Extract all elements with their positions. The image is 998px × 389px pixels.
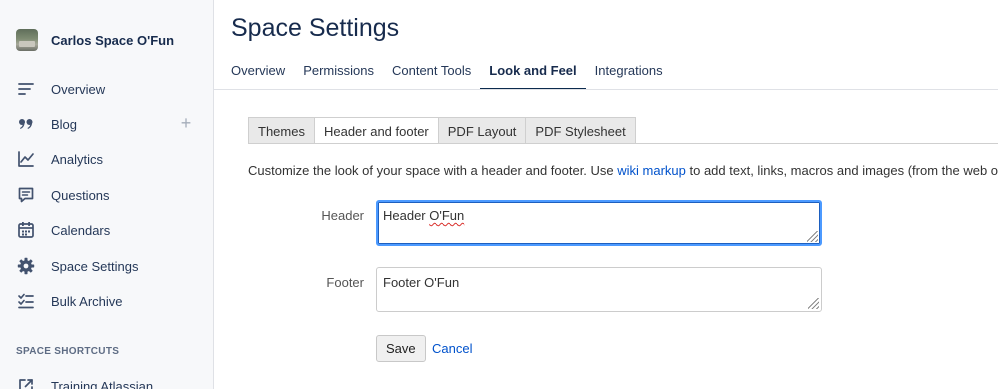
gear-icon	[16, 256, 36, 276]
subtab-pdf-stylesheet[interactable]: PDF Stylesheet	[525, 117, 636, 144]
description-before: Customize the look of your space with a …	[248, 163, 618, 178]
resize-grip-icon[interactable]	[807, 231, 818, 242]
question-icon	[16, 185, 36, 205]
chart-icon	[16, 149, 36, 169]
tab-look-and-feel[interactable]: Look and Feel	[480, 60, 587, 90]
calendar-icon	[16, 220, 36, 240]
subtab-themes[interactable]: Themes	[248, 117, 315, 144]
header-label: Header	[321, 208, 364, 223]
sidebar-item-label: Questions	[51, 187, 110, 203]
shortcut-item[interactable]: Training Atlassian	[16, 376, 153, 389]
sidebar-item-calendars[interactable]: Calendars	[16, 218, 196, 242]
subtab-header-and-footer[interactable]: Header and footer	[313, 117, 439, 144]
sidebar-item-label: Space Settings	[51, 258, 139, 274]
overview-icon	[16, 79, 36, 99]
sidebar-item-label: Calendars	[51, 222, 111, 238]
sidebar-item-label: Bulk Archive	[51, 293, 123, 309]
tab-content-tools[interactable]: Content Tools	[392, 60, 471, 90]
quote-icon	[16, 114, 36, 134]
header-text-misspelled: O'Fun	[429, 208, 465, 223]
sidebar-item-label: Analytics	[51, 151, 104, 167]
tab-permissions[interactable]: Permissions	[303, 60, 374, 90]
shortcuts-title: SPACE SHORTCUTS	[16, 346, 120, 357]
sidebar-item-label: Overview	[51, 81, 106, 97]
description-after: to add text, links, macros and images (f…	[689, 163, 998, 178]
settings-tabs: Overview Permissions Content Tools Look …	[231, 60, 681, 90]
page-title: Space Settings	[231, 14, 400, 42]
external-link-icon	[16, 376, 36, 389]
footer-textarea[interactable]: Footer O'Fun	[376, 267, 822, 312]
wiki-markup-link[interactable]: wiki markup	[617, 163, 686, 178]
subtabs-divider	[248, 143, 998, 144]
tab-overview[interactable]: Overview	[231, 60, 285, 90]
look-and-feel-subtabs: Themes Header and footer PDF Layout PDF …	[248, 117, 636, 144]
resize-grip-icon[interactable]	[808, 298, 819, 309]
footer-label: Footer	[326, 275, 364, 290]
subtab-pdf-layout[interactable]: PDF Layout	[437, 117, 527, 144]
cancel-link[interactable]: Cancel	[432, 341, 472, 356]
footer-text: Footer O'Fun	[383, 275, 460, 290]
sidebar-item-blog[interactable]: Blog +	[16, 112, 196, 136]
space-avatar	[16, 29, 38, 51]
sidebar: Carlos Space O'Fun Overview Blog + Analy…	[0, 0, 214, 389]
sidebar-item-analytics[interactable]: Analytics	[16, 147, 196, 171]
header-text-prefix: Header	[383, 208, 430, 223]
main-content: Space Settings Overview Permissions Cont…	[214, 0, 998, 389]
shortcut-label: Training Atlassian	[51, 378, 154, 389]
space-header[interactable]: Carlos Space O'Fun	[16, 29, 174, 51]
description-text: Customize the look of your space with a …	[248, 163, 998, 178]
sidebar-item-bulk-archive[interactable]: Bulk Archive	[16, 289, 196, 313]
save-button[interactable]: Save	[376, 335, 426, 362]
tab-integrations[interactable]: Integrations	[595, 60, 663, 90]
sidebar-item-label: Blog	[51, 116, 78, 132]
header-textarea[interactable]: Header O'Fun	[376, 200, 822, 246]
plus-icon[interactable]: +	[176, 113, 196, 133]
sidebar-item-overview[interactable]: Overview	[16, 77, 196, 101]
sidebar-item-questions[interactable]: Questions	[16, 183, 196, 207]
sidebar-item-space-settings[interactable]: Space Settings	[16, 254, 196, 278]
space-name[interactable]: Carlos Space O'Fun	[51, 33, 174, 48]
archive-icon	[16, 291, 36, 311]
tabs-divider	[214, 89, 998, 90]
